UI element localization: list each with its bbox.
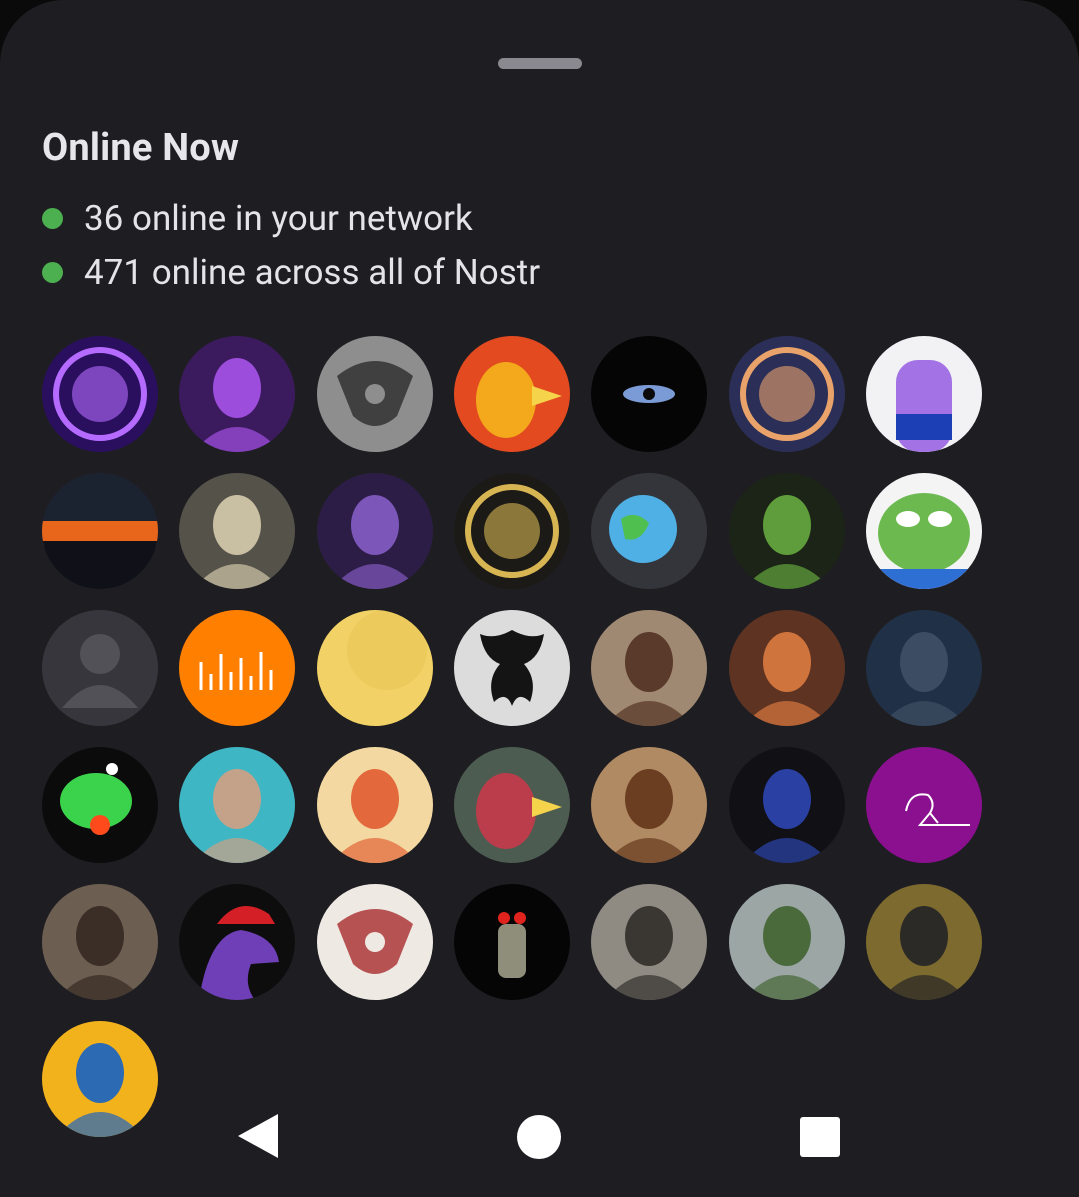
home-button[interactable] [516,1114,562,1164]
recents-button[interactable] [800,1117,840,1161]
drag-handle[interactable] [498,58,582,69]
avatar-nostr-bottle[interactable] [866,336,982,452]
online-status-dot-icon [42,261,63,283]
avatar-hooded-man-image [317,473,433,589]
avatar-meme-bay[interactable] [454,473,570,589]
avatar-smiling-woman-image [591,610,707,726]
avatar-sunset-image [42,473,158,589]
avatar-pilot-helmet[interactable] [866,610,982,726]
sheet-title: Online Now [42,126,240,170]
nostr-online-stat: 471 online across all of Nostr [42,251,541,293]
avatar-driving-photo[interactable] [729,884,845,1000]
system-navigation-bar [0,1090,1079,1197]
avatar-purple-skull-image [179,336,295,452]
avatar-grey-pattern[interactable] [317,336,433,452]
avatar-default-user-image [42,610,158,726]
back-triangle-icon [238,1114,278,1158]
avatar-bald-bearded-man-image [179,747,295,863]
avatar-globe-cartoon-image [591,473,707,589]
avatar-red-parrot-image [454,747,570,863]
online-now-sheet: Online Now 36 online in your network 471… [0,0,1079,1197]
avatar-painting-reader-image [866,884,982,1000]
avatar-yellow-plain-image [317,610,433,726]
avatar-inkblot[interactable] [454,610,570,726]
avatar-eye[interactable] [591,336,707,452]
avatar-roaring-fox[interactable] [729,610,845,726]
network-online-stat: 36 online in your network [42,197,473,239]
avatar-bitcoin-landscape-image [729,336,845,452]
avatar-meme-bay-image [454,473,570,589]
avatar-bearded-man-illustration[interactable] [591,747,707,863]
avatar-default-user[interactable] [42,610,158,726]
avatar-red-bird[interactable] [454,336,570,452]
avatar-pepe-frog[interactable] [866,473,982,589]
avatar-red-woodcut-face[interactable] [317,884,433,1000]
avatar-inkblot-image [454,610,570,726]
avatar-hooded-man[interactable] [317,473,433,589]
avatar-pepe-frog-image [866,473,982,589]
recents-square-icon [800,1117,840,1157]
avatar-yellow-plain[interactable] [317,610,433,726]
avatar-purple-glow-character[interactable] [42,336,158,452]
avatar-purple-duck-cap-image [179,884,295,1000]
avatar-green-alien-image [42,747,158,863]
avatar-hooded-frog[interactable] [729,473,845,589]
avatar-nostr-bottle-image [866,336,982,452]
avatar-bald-bearded-man[interactable] [179,747,295,863]
avatar-green-alien[interactable] [42,747,158,863]
avatar-hooded-frog-image [729,473,845,589]
avatar-pilot-helmet-image [866,610,982,726]
avatar-man-in-suit-image [729,747,845,863]
avatar-viking-chainsaw-image [317,747,433,863]
home-circle-icon [517,1115,561,1159]
avatar-masked-man[interactable] [179,473,295,589]
avatar-orange-waveform[interactable] [179,610,295,726]
avatar-masked-man-image [179,473,295,589]
avatar-smiling-woman[interactable] [591,610,707,726]
avatar-red-woodcut-face-image [317,884,433,1000]
avatar-purple-glow-character-image [42,336,158,452]
nostr-online-label: 471 online across all of Nostr [84,251,541,293]
avatar-orange-waveform-image [179,610,295,726]
avatar-engraving-portrait-image [591,884,707,1000]
avatar-driving-photo-image [729,884,845,1000]
online-status-dot-icon [42,207,63,229]
avatar-red-eyed-robot[interactable] [454,884,570,1000]
avatar-man-photo[interactable] [42,884,158,1000]
avatar-grey-pattern-image [317,336,433,452]
avatar-man-photo-image [42,884,158,1000]
avatar-red-eyed-robot-image [454,884,570,1000]
avatar-purple-sketch-image [866,747,982,863]
avatar-bitcoin-landscape[interactable] [729,336,845,452]
avatar-eye-image [591,336,707,452]
avatar-painting-reader[interactable] [866,884,982,1000]
back-button[interactable] [236,1112,280,1164]
avatar-roaring-fox-image [729,610,845,726]
avatar-red-parrot[interactable] [454,747,570,863]
avatar-red-bird-image [454,336,570,452]
avatar-purple-duck-cap[interactable] [179,884,295,1000]
avatar-globe-cartoon[interactable] [591,473,707,589]
avatar-viking-chainsaw[interactable] [317,747,433,863]
avatar-purple-skull[interactable] [179,336,295,452]
avatar-purple-sketch[interactable] [866,747,982,863]
avatar-engraving-portrait[interactable] [591,884,707,1000]
avatar-bearded-man-illustration-image [591,747,707,863]
avatar-man-in-suit[interactable] [729,747,845,863]
network-online-label: 36 online in your network [84,197,473,239]
avatar-sunset[interactable] [42,473,158,589]
